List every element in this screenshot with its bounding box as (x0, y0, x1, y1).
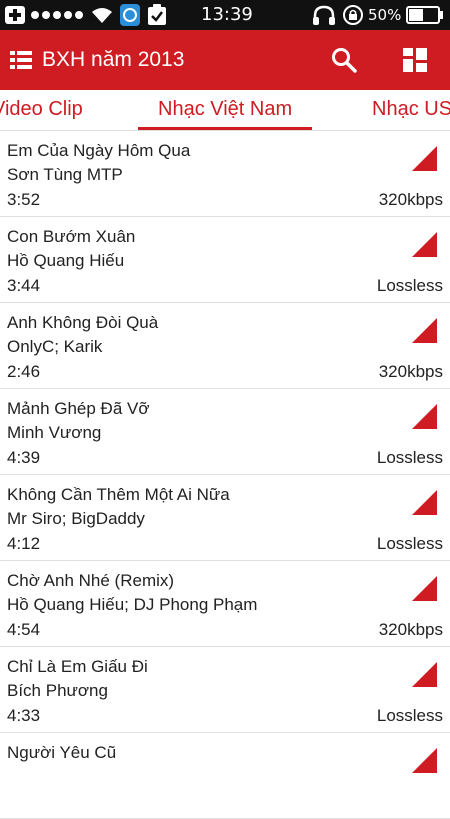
song-artist: OnlyC; Karik (7, 337, 103, 356)
song-duration: 4:12 (7, 534, 41, 553)
song-quality: 320kbps (378, 620, 443, 639)
song-quality: Lossless (376, 276, 443, 295)
corner-triangle-icon[interactable] (412, 232, 437, 257)
song-artist: Hồ Quang Hiếu; DJ Phong Phạm (7, 595, 258, 614)
song-title: Mảnh Ghép Đã Vỡ (7, 399, 150, 418)
song-quality: Lossless (376, 448, 443, 467)
song-duration: 2:46 (7, 362, 41, 381)
song-title: Chờ Anh Nhé (Remix) (7, 571, 175, 590)
song-artist: Bích Phương (7, 681, 108, 700)
song-title: Anh Không Đòi Quà (7, 313, 159, 332)
song-title: Em Của Ngày Hôm Qua (7, 141, 191, 160)
song-duration: 4:54 (7, 620, 41, 639)
song-row[interactable]: Không Cần Thêm Một Ai Nữa Mr Siro; BigDa… (0, 475, 450, 561)
corner-triangle-icon[interactable] (412, 146, 437, 171)
corner-triangle-icon[interactable] (412, 404, 437, 429)
song-title: Con Bướm Xuân (7, 227, 136, 246)
song-row[interactable]: Mảnh Ghép Đã Vỡ Minh Vương 4:39 Lossless (0, 389, 450, 475)
tab-video-clip[interactable]: Video Clip (0, 98, 83, 121)
list-menu-icon[interactable] (10, 50, 32, 70)
grid-view-icon[interactable] (403, 48, 427, 72)
signal-dots-icon (31, 11, 83, 19)
song-title: Chỉ Là Em Giấu Đi (7, 657, 148, 676)
rotation-lock-icon (343, 5, 363, 25)
headphones-icon (313, 5, 335, 25)
battery-percent: 50% (368, 6, 402, 24)
song-quality: 320kbps (378, 362, 443, 381)
corner-triangle-icon[interactable] (412, 490, 437, 515)
tab-bar: Video Clip Nhạc Việt Nam Nhạc US (0, 90, 450, 131)
song-duration: 3:52 (7, 190, 41, 209)
song-duration: 3:44 (7, 276, 41, 295)
song-row[interactable]: Chỉ Là Em Giấu Đi Bích Phương 4:33 Lossl… (0, 647, 450, 733)
active-tab-indicator (138, 127, 312, 130)
battery-icon (406, 6, 443, 24)
song-title: Không Cần Thêm Một Ai Nữa (7, 485, 230, 504)
song-artist: Sơn Tùng MTP (7, 165, 123, 184)
song-quality: Lossless (376, 534, 443, 553)
corner-triangle-icon[interactable] (412, 318, 437, 343)
page-title: BXH năm 2013 (42, 48, 185, 71)
song-duration: 4:39 (7, 448, 41, 467)
song-quality: 320kbps (378, 190, 443, 209)
corner-triangle-icon[interactable] (412, 576, 437, 601)
clock-time: 13:39 (201, 4, 253, 25)
clipboard-check-icon (148, 4, 166, 25)
app-bar: BXH năm 2013 (0, 30, 450, 90)
song-title: Người Yêu Cũ (7, 743, 117, 762)
tab-nhac-viet-nam[interactable]: Nhạc Việt Nam (158, 98, 292, 121)
corner-triangle-icon[interactable] (412, 662, 437, 687)
song-row[interactable]: Người Yêu Cũ (0, 733, 450, 819)
tab-nhac-us[interactable]: Nhạc US (372, 98, 450, 121)
status-bar: 13:39 50% (0, 0, 450, 30)
corner-triangle-icon[interactable] (412, 748, 437, 773)
app-notification-icon (120, 4, 140, 26)
song-row[interactable]: Anh Không Đòi Quà OnlyC; Karik 2:46 320k… (0, 303, 450, 389)
song-quality: Lossless (376, 706, 443, 725)
song-duration: 4:33 (7, 706, 41, 725)
search-icon[interactable] (331, 47, 357, 73)
song-row[interactable]: Em Của Ngày Hôm Qua Sơn Tùng MTP 3:52 32… (0, 131, 450, 217)
wifi-icon (92, 8, 112, 23)
add-notification-icon (5, 6, 25, 24)
song-artist: Hồ Quang Hiếu (7, 251, 125, 270)
song-artist: Mr Siro; BigDaddy (7, 509, 145, 528)
song-row[interactable]: Chờ Anh Nhé (Remix) Hồ Quang Hiếu; DJ Ph… (0, 561, 450, 647)
song-list: Em Của Ngày Hôm Qua Sơn Tùng MTP 3:52 32… (0, 131, 450, 819)
song-row[interactable]: Con Bướm Xuân Hồ Quang Hiếu 3:44 Lossles… (0, 217, 450, 303)
song-artist: Minh Vương (7, 423, 102, 442)
